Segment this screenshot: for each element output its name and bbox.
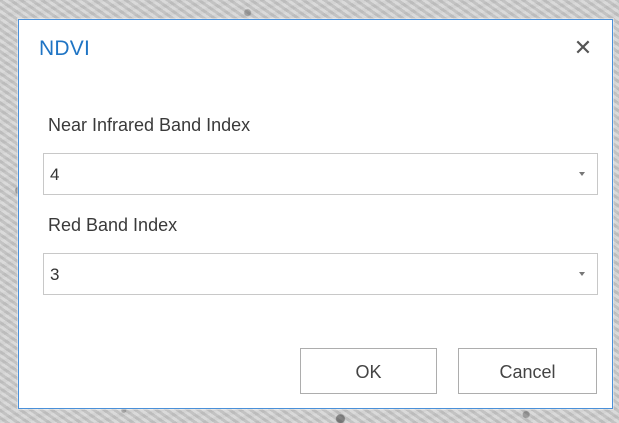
dialog-title: NDVI: [39, 37, 90, 60]
nir-band-dropdown[interactable]: 4: [43, 153, 598, 195]
nir-band-value: 4: [50, 165, 60, 184]
red-band-value: 3: [50, 265, 60, 284]
cancel-button[interactable]: Cancel: [458, 348, 597, 394]
red-band-dropdown[interactable]: 3: [43, 253, 598, 295]
nir-band-label: Near Infrared Band Index: [48, 115, 251, 135]
chevron-down-icon: [579, 272, 585, 276]
red-band-label: Red Band Index: [48, 215, 178, 235]
ok-button[interactable]: OK: [300, 348, 437, 394]
chevron-down-icon: [579, 172, 585, 176]
ndvi-dialog: NDVI ✕ Near Infrared Band Index 4 Red Ba…: [18, 19, 613, 409]
close-icon[interactable]: ✕: [572, 37, 594, 59]
